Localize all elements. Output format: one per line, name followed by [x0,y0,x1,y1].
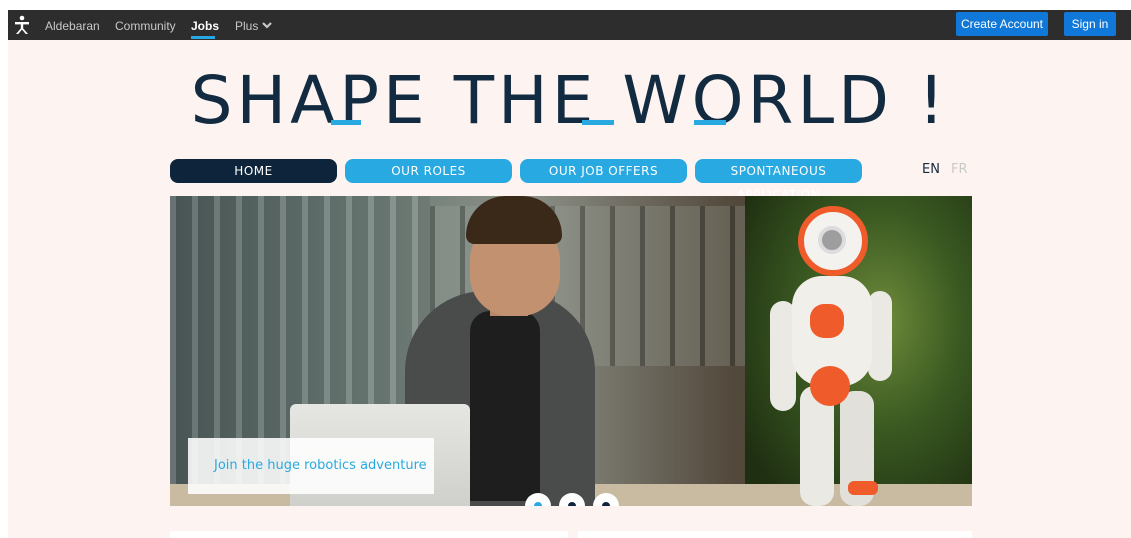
page-headline: SHAPE THE WORLD ! [190,62,949,139]
nav-spontaneous-application-button[interactable]: SPONTANEOUS APPLICATION [695,159,862,202]
carousel-dot-3[interactable] [593,493,619,506]
create-account-button[interactable]: Create Account [956,12,1048,36]
sign-in-button[interactable]: Sign in [1064,12,1116,36]
carousel-dot-2[interactable] [559,493,585,506]
carousel-dot-1[interactable] [525,493,551,506]
topnav-plus-link[interactable]: Plus [235,18,258,34]
hero-carousel: Join the huge robotics adventure [170,196,972,506]
robot-foot [848,481,878,495]
hero-person-hair [466,196,562,244]
nav-our-roles-button[interactable]: OUR ROLES [345,159,512,183]
carousel-dot-indicator [602,502,610,506]
nav-job-offers-button[interactable]: OUR JOB OFFERS [520,159,687,183]
topnav-community-link[interactable]: Community [115,18,176,34]
hero-caption-box: Join the huge robotics adventure [188,438,434,494]
chevron-down-icon[interactable] [262,20,272,30]
topnav-jobs-link[interactable]: Jobs [191,18,219,34]
top-navigation-bar: Aldebaran Community Jobs Plus Create Acc… [8,10,1131,40]
robot-eye [818,226,846,254]
hero-person-shirt [470,311,540,501]
content-card [578,531,972,538]
headline-accent-bar [331,120,361,125]
window-edge-left [0,0,8,538]
robot-hip [810,366,850,406]
hero-robot [770,206,900,506]
active-tab-indicator [191,36,215,39]
content-card [170,531,568,538]
carousel-pagination [525,493,625,506]
page-content: SHAPE THE WORLD ! HOME OUR ROLES OUR JOB… [8,40,1131,538]
topnav-aldebaran-link[interactable]: Aldebaran [45,18,100,34]
window-edge-top [0,0,1131,10]
headline-accent-bar [694,120,726,125]
carousel-dot-indicator [568,502,576,506]
carousel-dot-indicator [534,502,542,506]
robot-chest [810,304,844,338]
language-fr-link[interactable]: FR [951,162,968,177]
hero-caption-text: Join the huge robotics adventure [214,458,427,473]
aldebaran-logo-icon[interactable] [14,15,30,35]
headline-accent-bar [582,120,614,125]
language-en-link[interactable]: EN [922,162,940,177]
nav-home-button[interactable]: HOME [170,159,337,183]
